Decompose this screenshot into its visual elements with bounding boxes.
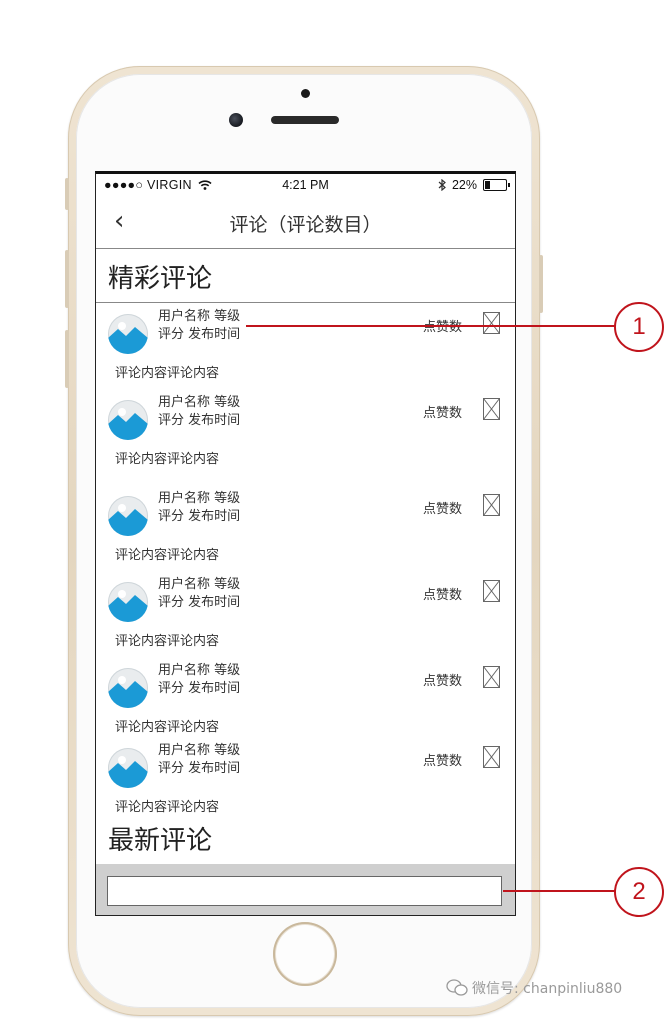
nav-bar: ‹ 评论（评论数目） [96, 198, 515, 249]
mute-switch [65, 178, 69, 210]
comment-text: 评论内容评论内容 [115, 634, 220, 649]
front-camera [229, 113, 243, 127]
comment-meta: 用户名称 等级 评分 发布时间 [158, 394, 240, 430]
status-bar: ●●●●○ VIRGIN 4:21 PM 22% [96, 174, 515, 198]
avatar-icon[interactable] [108, 668, 148, 708]
comment-item[interactable]: 用户名称 等级 评分 发布时间 点赞数评论内容评论内容 [108, 394, 508, 480]
like-icon[interactable] [483, 746, 500, 768]
status-right: 22% [438, 178, 510, 192]
comment-text: 评论内容评论内容 [115, 452, 220, 467]
rating-time: 评分 发布时间 [158, 681, 241, 696]
battery-percent: 22% [451, 178, 477, 192]
comment-text: 评论内容评论内容 [115, 548, 220, 563]
callout-line-1 [246, 325, 616, 327]
watermark: 微信号: chanpinliu880 [446, 978, 622, 998]
user-name-level[interactable]: 用户名称 等级 [158, 742, 240, 760]
rating-time: 评分 发布时间 [158, 509, 241, 524]
callout-1: 1 [614, 302, 664, 352]
battery-icon [483, 179, 510, 191]
rating-time: 评分 发布时间 [158, 595, 241, 610]
comment-input[interactable] [107, 876, 502, 906]
callout-line-2 [503, 890, 616, 892]
bluetooth-icon [438, 179, 446, 191]
comment-meta: 用户名称 等级 评分 发布时间 [158, 490, 240, 526]
avatar-icon[interactable] [108, 582, 148, 622]
home-button[interactable] [273, 922, 337, 986]
comment-meta: 用户名称 等级 评分 发布时间 [158, 662, 240, 698]
comment-meta: 用户名称 等级 评分 发布时间 [158, 742, 240, 778]
comment-item[interactable]: 用户名称 等级 评分 发布时间 点赞数 评论内容评论内容 [108, 308, 508, 394]
latest-comments-title: 最新评论 [108, 826, 213, 856]
like-icon[interactable] [483, 312, 500, 334]
user-name-level[interactable]: 用户名称 等级 [158, 490, 240, 508]
like-count: 点赞数 [422, 406, 462, 421]
like-count: 点赞数 [422, 588, 462, 603]
section-divider [96, 302, 515, 303]
user-name-level[interactable]: 用户名称 等级 [158, 662, 240, 680]
comment-item[interactable]: 用户名称 等级 评分 发布时间 点赞数评论内容评论内容 [108, 742, 508, 828]
featured-comments-title: 精彩评论 [108, 264, 213, 294]
page-title: 评论（评论数目） [229, 214, 382, 236]
comment-item[interactable]: 用户名称 等级 评分 发布时间 点赞数评论内容评论内容 [108, 662, 508, 748]
comment-item[interactable]: 用户名称 等级 评分 发布时间 点赞数评论内容评论内容 [108, 490, 508, 576]
avatar-icon[interactable] [108, 314, 148, 354]
earpiece-speaker [271, 116, 339, 124]
volume-down-button [65, 330, 69, 388]
avatar-icon[interactable] [108, 400, 148, 440]
comment-text: 评论内容评论内容 [115, 720, 220, 735]
like-icon[interactable] [483, 666, 500, 688]
wechat-icon [446, 979, 468, 996]
comment-text: 评论内容评论内容 [115, 800, 220, 815]
watermark-text: 微信号: chanpinliu880 [472, 981, 623, 997]
comment-text: 评论内容评论内容 [115, 366, 220, 381]
callout-2: 2 [614, 867, 664, 917]
rating-time: 评分 发布时间 [158, 413, 241, 428]
comment-input-bar [96, 864, 515, 915]
user-name-level[interactable]: 用户名称 等级 [158, 308, 240, 326]
user-name-level[interactable]: 用户名称 等级 [158, 394, 240, 412]
avatar-icon[interactable] [108, 496, 148, 536]
volume-up-button [65, 250, 69, 308]
comment-meta: 用户名称 等级 评分 发布时间 [158, 576, 240, 612]
rating-time: 评分 发布时间 [158, 327, 241, 342]
user-name-level[interactable]: 用户名称 等级 [158, 576, 240, 594]
like-count: 点赞数 [422, 674, 462, 689]
phone-screen: ●●●●○ VIRGIN 4:21 PM 22% ‹ 评论（评论数目） 精彩评论… [95, 171, 516, 916]
like-count: 点赞数 [422, 502, 462, 517]
power-button [539, 255, 543, 313]
comment-meta: 用户名称 等级 评分 发布时间 [158, 308, 240, 344]
like-icon[interactable] [483, 494, 500, 516]
like-icon[interactable] [483, 580, 500, 602]
rating-time: 评分 发布时间 [158, 761, 241, 776]
proximity-sensor [301, 89, 310, 98]
like-count: 点赞数 [422, 754, 462, 769]
comment-item[interactable]: 用户名称 等级 评分 发布时间 点赞数评论内容评论内容 [108, 576, 508, 662]
avatar-icon[interactable] [108, 748, 148, 788]
like-icon[interactable] [483, 398, 500, 420]
